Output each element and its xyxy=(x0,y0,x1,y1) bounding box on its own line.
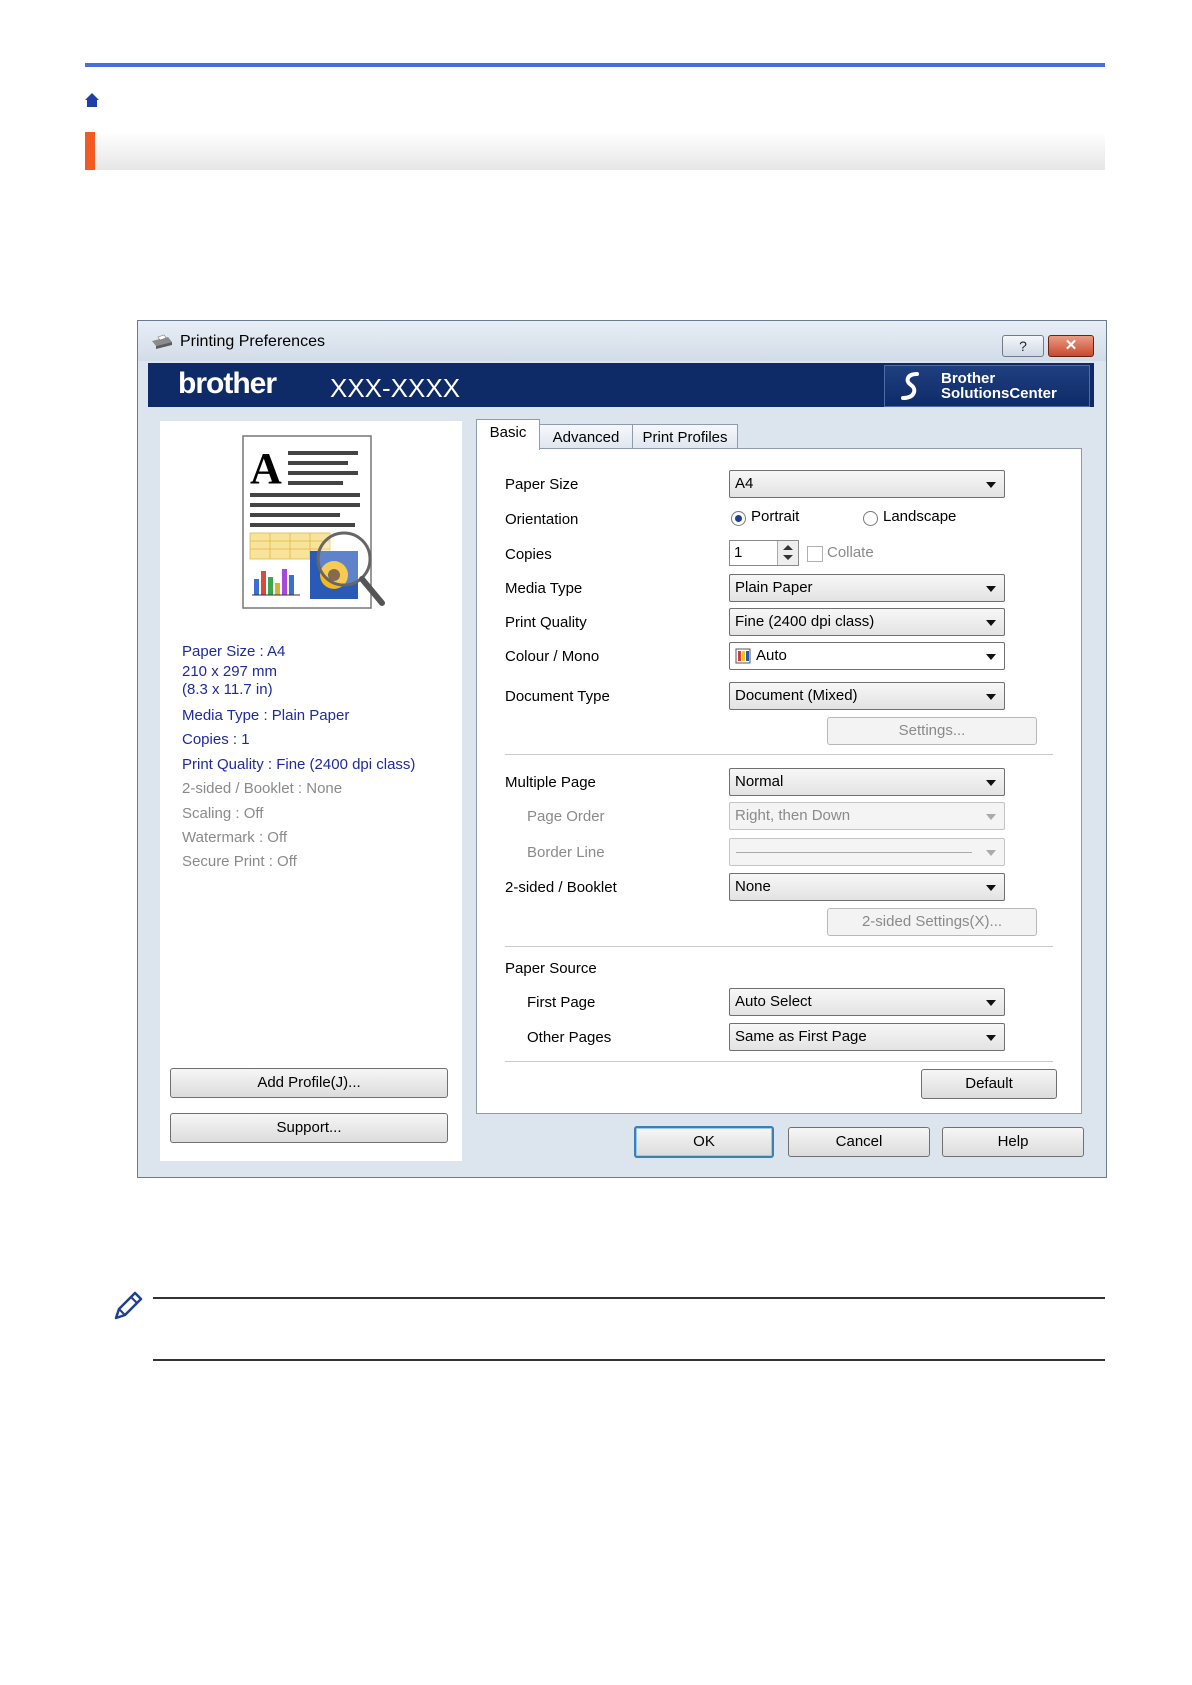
first-page-label: First Page xyxy=(527,994,596,1011)
cancel-button[interactable]: Cancel xyxy=(788,1127,930,1157)
chevron-down-icon xyxy=(986,620,996,626)
dialog-title: Printing Preferences xyxy=(180,333,325,350)
summary-dimensions-in: (8.3 x 11.7 in) xyxy=(182,681,273,698)
print-quality-dropdown[interactable]: Fine (2400 dpi class) xyxy=(729,608,1005,636)
chevron-down-icon xyxy=(986,586,996,592)
copies-label: Copies xyxy=(505,546,552,563)
colour-mono-dropdown[interactable]: Auto xyxy=(729,642,1005,670)
section-accent xyxy=(85,132,95,170)
separator xyxy=(505,1061,1053,1062)
help-button[interactable]: ? xyxy=(1002,335,1044,357)
media-type-label: Media Type xyxy=(505,580,583,597)
model-name: XXX-XXXX xyxy=(330,373,461,403)
chevron-down-icon xyxy=(986,654,996,660)
document-type-label: Document Type xyxy=(505,688,610,705)
page-order-label: Page Order xyxy=(527,808,605,825)
home-icon[interactable] xyxy=(84,92,100,108)
document-type-dropdown[interactable]: Document (Mixed) xyxy=(729,682,1005,710)
top-rule xyxy=(85,63,1105,67)
summary-media-type: Media Type : Plain Paper xyxy=(182,707,350,724)
other-pages-label: Other Pages xyxy=(527,1029,612,1046)
section-heading-bar xyxy=(85,132,1105,170)
summary-dimensions-mm: 210 x 297 mm xyxy=(182,663,278,680)
tab-basic[interactable]: Basic xyxy=(476,419,540,450)
border-line-dropdown[interactable] xyxy=(729,838,1005,866)
spinner-arrows-icon[interactable] xyxy=(777,541,798,565)
landscape-radio[interactable] xyxy=(863,511,878,526)
solutions-center-label: Brother SolutionsCenter xyxy=(941,370,1057,402)
ok-button[interactable]: OK xyxy=(634,1126,774,1158)
paper-source-label: Paper Source xyxy=(505,960,597,977)
brother-logo: brother xyxy=(178,367,277,400)
settings-button[interactable]: Settings... xyxy=(827,717,1037,745)
summary-scaling: Scaling : Off xyxy=(182,805,264,822)
summary-two-sided: 2-sided / Booklet : None xyxy=(182,780,343,797)
summary-print-quality: Print Quality : Fine (2400 dpi class) xyxy=(182,756,416,773)
print-quality-label: Print Quality xyxy=(505,614,587,631)
border-line-sample xyxy=(736,852,972,853)
default-button[interactable]: Default xyxy=(921,1069,1057,1099)
summary-pane: A Paper Size : A4 210 x 297 mm (8.3 x 11… xyxy=(160,421,462,1161)
add-profile-button[interactable]: Add Profile(J)... xyxy=(170,1068,448,1098)
collate-checkbox[interactable] xyxy=(807,546,823,562)
tab-advanced[interactable]: Advanced xyxy=(539,424,633,451)
chevron-down-icon xyxy=(986,885,996,891)
page-order-dropdown[interactable]: Right, then Down xyxy=(729,802,1005,830)
two-sided-settings-button[interactable]: 2-sided Settings(X)... xyxy=(827,908,1037,936)
portrait-label[interactable]: Portrait xyxy=(751,508,799,525)
summary-secure-print: Secure Print : Off xyxy=(182,853,297,870)
printer-icon xyxy=(152,334,172,349)
chevron-down-icon xyxy=(986,1035,996,1041)
support-button[interactable]: Support... xyxy=(170,1113,448,1143)
document-preview-image: A xyxy=(242,435,385,609)
separator xyxy=(505,946,1053,947)
two-sided-label: 2-sided / Booklet xyxy=(505,879,617,896)
note-top-rule xyxy=(153,1297,1105,1299)
solutions-center-button[interactable]: Brother SolutionsCenter xyxy=(884,365,1090,407)
solutions-center-icon xyxy=(901,372,919,400)
summary-watermark: Watermark : Off xyxy=(182,829,288,846)
chevron-down-icon xyxy=(986,814,996,820)
border-line-label: Border Line xyxy=(527,844,605,861)
chevron-down-icon xyxy=(986,850,996,856)
orientation-label: Orientation xyxy=(505,511,579,528)
chevron-down-icon xyxy=(986,780,996,786)
summary-paper-size: Paper Size : A4 xyxy=(182,643,286,660)
multiple-page-label: Multiple Page xyxy=(505,774,596,791)
first-page-dropdown[interactable]: Auto Select xyxy=(729,988,1005,1016)
collate-label[interactable]: Collate xyxy=(827,544,874,561)
multiple-page-dropdown[interactable]: Normal xyxy=(729,768,1005,796)
summary-copies: Copies : 1 xyxy=(182,731,250,748)
tab-print-profiles[interactable]: Print Profiles xyxy=(632,424,738,451)
landscape-label[interactable]: Landscape xyxy=(883,508,956,525)
other-pages-dropdown[interactable]: Same as First Page xyxy=(729,1023,1005,1051)
paper-size-label: Paper Size xyxy=(505,476,579,493)
separator xyxy=(505,754,1053,755)
paper-size-dropdown[interactable]: A4 xyxy=(729,470,1005,498)
colour-mono-label: Colour / Mono xyxy=(505,648,600,665)
close-button[interactable]: ✕ xyxy=(1048,335,1094,357)
svg-text:A: A xyxy=(250,444,282,493)
copies-spinner[interactable]: 1 xyxy=(729,540,799,566)
media-type-dropdown[interactable]: Plain Paper xyxy=(729,574,1005,602)
chevron-down-icon xyxy=(986,1000,996,1006)
note-bottom-rule xyxy=(153,1359,1105,1361)
colour-palette-icon xyxy=(735,648,751,664)
help-dialog-button[interactable]: Help xyxy=(942,1127,1084,1157)
chevron-down-icon xyxy=(986,694,996,700)
two-sided-dropdown[interactable]: None xyxy=(729,873,1005,901)
printing-preferences-dialog: Printing Preferences ? ✕ brother XXX-XXX… xyxy=(137,320,1107,1178)
basic-tab-panel: Paper Size A4 Orientation Portrait Lands… xyxy=(476,448,1082,1114)
title-bar: Printing Preferences ? ✕ xyxy=(138,321,1106,361)
portrait-radio[interactable] xyxy=(731,511,746,526)
brother-banner: brother XXX-XXXX Brother SolutionsCenter xyxy=(148,363,1094,407)
chevron-down-icon xyxy=(986,482,996,488)
pencil-icon xyxy=(114,1291,143,1320)
